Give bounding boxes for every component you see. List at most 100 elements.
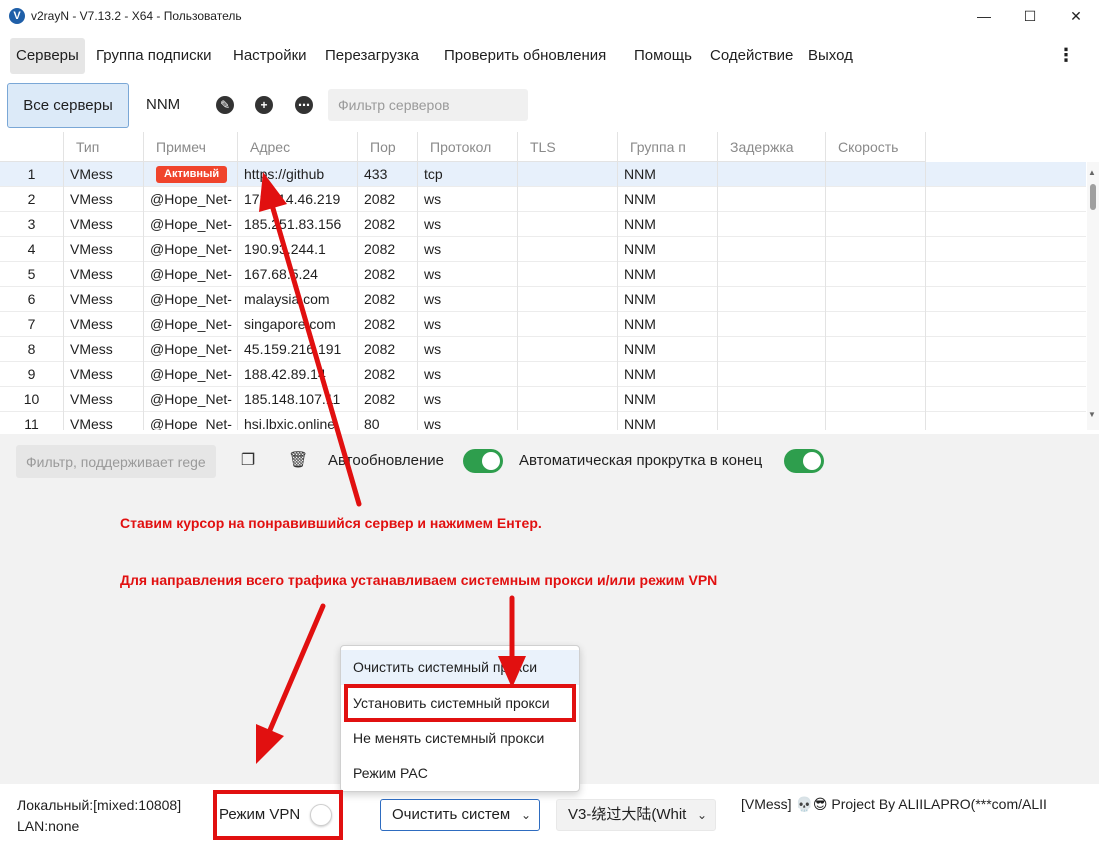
cell-index: 7: [0, 312, 64, 337]
cell-remark: @Hope_Net-: [144, 262, 238, 287]
cell-remark: @Hope_Net-: [144, 412, 238, 430]
cell-speed: [826, 162, 926, 187]
cell-port: 433: [358, 162, 418, 187]
more-menu-icon[interactable]: ⋮: [1057, 44, 1075, 68]
cell-group: NNM: [618, 362, 718, 387]
table-row[interactable]: 6 VMess @Hope_Net-malaysia.com 2082 ws NNM: [0, 287, 1086, 312]
cell-protocol: ws: [418, 212, 518, 237]
cell-protocol: ws: [418, 312, 518, 337]
cell-port: 2082: [358, 362, 418, 387]
cell-latency: [718, 162, 826, 187]
routing-select[interactable]: V3-绕过大陆(Whit ⌄: [556, 799, 716, 831]
more-icon[interactable]: ⋯: [295, 96, 313, 114]
cell-port: 80: [358, 412, 418, 430]
scroll-down-icon[interactable]: ▼: [1088, 410, 1096, 419]
cell-speed: [826, 412, 926, 430]
annotation-instruction-1: Ставим курсор на понравившийся сервер и …: [120, 515, 542, 531]
cell-address: 185.251.83.156: [238, 212, 358, 237]
cell-tls: [518, 312, 618, 337]
maximize-button[interactable]: ☐: [1007, 0, 1053, 32]
column-header-tls[interactable]: TLS: [518, 132, 618, 162]
cell-latency: [718, 337, 826, 362]
cell-address: 167.68.5.24: [238, 262, 358, 287]
cell-address: malaysia.com: [238, 287, 358, 312]
column-header-protocol[interactable]: Протокол: [418, 132, 518, 162]
cell-latency: [718, 262, 826, 287]
cell-speed: [826, 237, 926, 262]
all-servers-tab[interactable]: Все серверы: [7, 83, 129, 128]
menu-support[interactable]: Содействие: [704, 38, 799, 74]
cell-remark: @Hope_Net-: [144, 287, 238, 312]
status-current-server: [VMess] 💀😎 Project By ALIILAPRO(***com/A…: [741, 796, 1047, 812]
menu-exit[interactable]: Выход: [802, 38, 859, 74]
menu-servers[interactable]: Серверы: [10, 38, 85, 74]
column-header-index: [0, 132, 64, 162]
table-row[interactable]: 11 VMess @Hope_Net-hsi.lbxic.online 80 ws NNM: [0, 412, 1086, 430]
menu-help[interactable]: Помощь: [628, 38, 698, 74]
system-proxy-select[interactable]: Очистить систем ⌄: [380, 799, 540, 831]
table-row[interactable]: 9 VMess @Hope_Net- 188.42.89.14 2082 ws NNM: [0, 362, 1086, 387]
cell-protocol: ws: [418, 387, 518, 412]
column-header-group[interactable]: Группа п: [618, 132, 718, 162]
close-button[interactable]: ✕: [1053, 0, 1099, 32]
menu-check-updates[interactable]: Проверить обновления: [438, 38, 612, 74]
cell-type: VMess: [64, 362, 144, 387]
cell-index: 6: [0, 287, 64, 312]
cell-type: VMess: [64, 387, 144, 412]
cell-remark: @Hope_Net-: [144, 312, 238, 337]
table-scrollbar[interactable]: ▲ ▼: [1087, 162, 1099, 430]
server-filter-input[interactable]: [328, 89, 528, 121]
column-header-latency[interactable]: Задержка: [718, 132, 826, 162]
minimize-button[interactable]: —: [961, 0, 1007, 32]
table-row[interactable]: 5 VMess @Hope_Net- 167.68.5.24 2082 ws NNM: [0, 262, 1086, 287]
table-row[interactable]: 2 VMess @Hope_Net- 172.114.46.219 2082 ws NNM: [0, 187, 1086, 212]
table-row[interactable]: 8 VMess @Hope_Net- 45.159.216.191 2082 ws NNM: [0, 337, 1086, 362]
vpn-mode-toggle[interactable]: [310, 804, 332, 826]
add-icon[interactable]: +: [255, 96, 273, 114]
cell-group: NNM: [618, 312, 718, 337]
cell-type: VMess: [64, 312, 144, 337]
cell-speed: [826, 287, 926, 312]
edit-icon[interactable]: ✎: [216, 96, 234, 114]
cell-port: 2082: [358, 337, 418, 362]
cell-protocol: ws: [418, 262, 518, 287]
title-bar: V v2rayN - V7.13.2 - X64 - Пользователь …: [0, 0, 1099, 32]
copy-icon[interactable]: ❐: [240, 452, 256, 470]
column-header-address[interactable]: Адрес: [238, 132, 358, 162]
cell-index: 5: [0, 262, 64, 287]
cell-group: NNM: [618, 237, 718, 262]
column-header-type[interactable]: Тип: [64, 132, 144, 162]
popup-pac-mode[interactable]: Режим PAC: [341, 756, 579, 791]
table-row[interactable]: 1 VMess Активный https://github 433 tcp NNM: [0, 162, 1086, 187]
column-header-speed[interactable]: Скорость: [826, 132, 926, 162]
menu-settings[interactable]: Настройки: [227, 38, 313, 74]
table-header: Тип Примеч Адрес Пор Протокол TLS Группа…: [0, 132, 926, 162]
cell-address: https://github: [238, 162, 358, 187]
table-row[interactable]: 7 VMess @Hope_Net-singapore.com 2082 ws NNM: [0, 312, 1086, 337]
popup-clear-system-proxy[interactable]: Очистить системный прокси: [341, 650, 579, 685]
cell-remark: Активный: [144, 162, 238, 187]
column-header-remark[interactable]: Примеч: [144, 132, 238, 162]
table-row[interactable]: 10 VMess @Hope_Net- 185.148.107.11 2082 ws NNM: [0, 387, 1086, 412]
scrollbar-thumb[interactable]: [1090, 184, 1096, 210]
log-filter-input[interactable]: [16, 445, 216, 478]
status-local-port: Локальный:[mixed:10808]: [17, 797, 182, 813]
scroll-up-icon[interactable]: ▲: [1088, 168, 1096, 177]
cell-speed: [826, 262, 926, 287]
autoscroll-toggle[interactable]: [784, 449, 824, 473]
cell-index: 9: [0, 362, 64, 387]
table-row[interactable]: 3 VMess @Hope_Net- 185.251.83.156 2082 ws NNM: [0, 212, 1086, 237]
cell-group: NNM: [618, 287, 718, 312]
group-tab-nnm[interactable]: NNM: [146, 96, 180, 113]
table-row[interactable]: 4 VMess @Hope_Net- 190.93.244.1 2082 ws NNM: [0, 237, 1086, 262]
popup-keep-system-proxy[interactable]: Не менять системный прокси: [341, 721, 579, 756]
cell-port: 2082: [358, 237, 418, 262]
trash-icon[interactable]: 🗑: [288, 452, 308, 470]
column-header-port[interactable]: Пор: [358, 132, 418, 162]
autorefresh-toggle[interactable]: [463, 449, 503, 473]
cell-address: 188.42.89.14: [238, 362, 358, 387]
menu-reload[interactable]: Перезагрузка: [319, 38, 425, 74]
system-proxy-select-value: Очистить систем: [392, 806, 511, 823]
cell-group: NNM: [618, 387, 718, 412]
menu-subscription-group[interactable]: Группа подписки: [90, 38, 218, 74]
